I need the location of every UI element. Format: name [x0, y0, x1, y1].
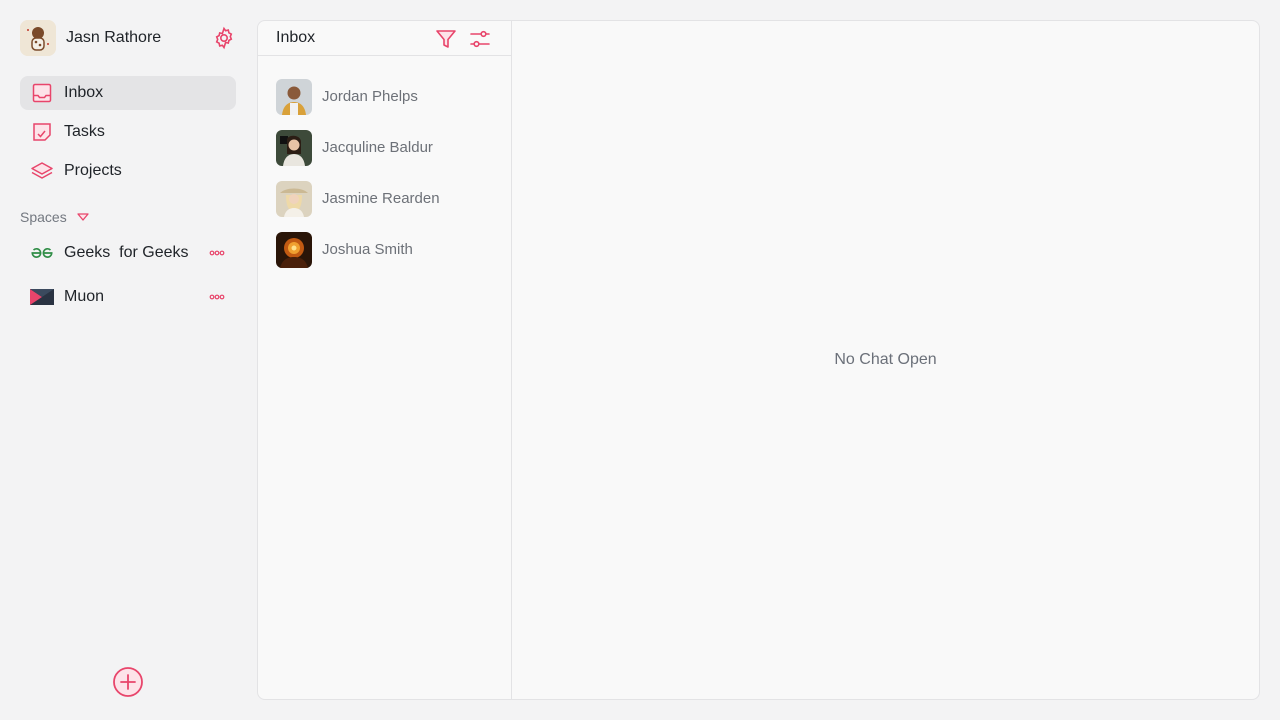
nav-item-label: Inbox [64, 84, 104, 101]
caret-down-icon [77, 213, 89, 221]
more-options-icon[interactable] [208, 244, 226, 262]
space-item-geeks-for-geeks[interactable]: Geeks for Geeks [20, 236, 236, 270]
sliders-icon[interactable] [468, 27, 492, 51]
nav-item-label: Tasks [64, 123, 105, 140]
nav-item-inbox[interactable]: Inbox [20, 76, 236, 110]
nav-item-label: Projects [64, 162, 122, 179]
chat-item-joshua-smith[interactable]: Joshua Smith [258, 224, 511, 275]
space-item-label: Geeks for Geeks [64, 244, 189, 261]
add-space-button[interactable] [112, 666, 144, 698]
nav-item-projects[interactable]: Projects [20, 154, 236, 188]
filter-icon[interactable] [434, 27, 458, 51]
settings-gear-icon[interactable] [212, 26, 236, 50]
chat-name: Jacquline Baldur [322, 139, 433, 156]
space-item-label: Muon [64, 288, 105, 305]
inbox-title: Inbox [276, 29, 316, 46]
spaces-list: Geeks for Geeks Muon [20, 236, 236, 324]
chat-name: Joshua Smith [322, 241, 413, 258]
layers-icon [30, 159, 54, 183]
user-name: Jasn Rathore [66, 29, 162, 46]
muon-logo-icon [30, 285, 54, 309]
gfg-logo-icon [30, 241, 54, 265]
chat-item-jordan-phelps[interactable]: Jordan Phelps [258, 71, 511, 122]
empty-chat-message: No Chat Open [834, 351, 937, 368]
main-panel: Inbox Jordan Phelps Jacquline Baldur Jas… [257, 20, 1260, 700]
chat-avatar [276, 78, 312, 115]
chat-avatar [276, 129, 312, 166]
user-profile[interactable]: Jasn Rathore [20, 20, 236, 56]
chat-name: Jordan Phelps [322, 88, 418, 105]
nav-item-tasks[interactable]: Tasks [20, 115, 236, 149]
tasks-icon [30, 120, 54, 144]
chat-list: Jordan Phelps Jacquline Baldur Jasmine R… [258, 56, 511, 275]
spaces-header[interactable]: Spaces [20, 207, 89, 227]
space-item-muon[interactable]: Muon [20, 280, 236, 314]
sidebar: Jasn Rathore Inbox Tasks Projects Spaces… [0, 0, 256, 720]
user-avatar[interactable] [20, 20, 56, 56]
chat-name: Jasmine Rearden [322, 190, 440, 207]
chat-avatar [276, 180, 312, 217]
main-nav: Inbox Tasks Projects [20, 76, 236, 193]
chat-avatar [276, 231, 312, 268]
more-options-icon[interactable] [208, 288, 226, 306]
chat-item-jasmine-rearden[interactable]: Jasmine Rearden [258, 173, 511, 224]
chat-item-jacquline-baldur[interactable]: Jacquline Baldur [258, 122, 511, 173]
inbox-column: Inbox Jordan Phelps Jacquline Baldur Jas… [258, 21, 512, 699]
inbox-icon [30, 81, 54, 105]
chat-area: No Chat Open [512, 21, 1259, 699]
spaces-label: Spaces [20, 209, 67, 225]
inbox-header: Inbox [258, 21, 511, 56]
